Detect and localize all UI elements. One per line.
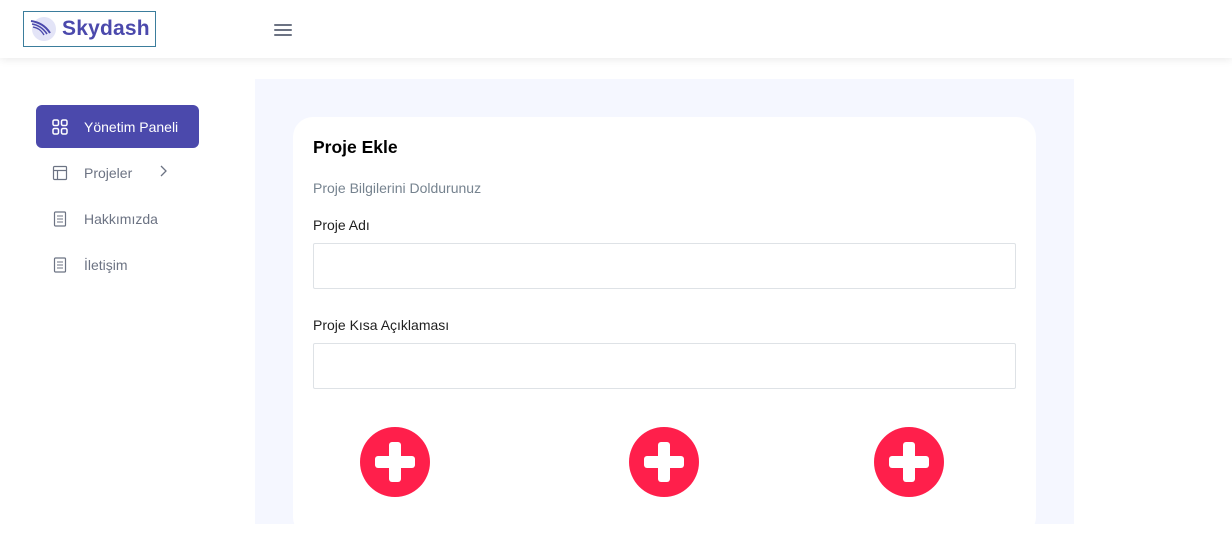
sidebar-item-label: İletişim: [84, 256, 128, 273]
chevron-right-icon: [160, 165, 167, 177]
project-form-card: Proje Ekle Proje Bilgilerini Doldurunuz …: [293, 117, 1036, 537]
project-short-description-label: Proje Kısa Açıklaması: [313, 317, 450, 333]
project-short-description-input[interactable]: [313, 343, 1016, 389]
form-description: Proje Bilgilerini Doldurunuz: [313, 180, 482, 196]
document-icon: [53, 256, 67, 273]
project-name-label: Proje Adı: [313, 217, 370, 233]
brand-name: Skydash: [62, 17, 150, 40]
sidebar-item-yonetim-paneli[interactable]: Yönetim Paneli: [36, 105, 199, 148]
hamburger-menu-icon[interactable]: [274, 24, 292, 38]
sidebar-item-hakkimizda[interactable]: Hakkımızda: [36, 197, 199, 240]
add-image-button-3[interactable]: [874, 427, 944, 497]
document-icon: [53, 210, 67, 227]
sidebar-item-label: Hakkımızda: [84, 210, 158, 227]
top-navbar: Skydash: [0, 0, 1232, 58]
sidebar-item-iletisim[interactable]: İletişim: [36, 243, 199, 286]
grid-icon: [52, 118, 68, 135]
sidebar-item-label: Projeler: [84, 164, 133, 181]
add-image-button-2[interactable]: [629, 427, 699, 497]
layout-icon: [52, 165, 68, 180]
sidebar-item-label: Yönetim Paneli: [84, 118, 179, 135]
skydash-logo-icon: [30, 17, 56, 41]
sidebar-item-projeler[interactable]: Projeler: [36, 151, 199, 194]
add-image-button-1[interactable]: [360, 427, 430, 497]
form-title: Proje Ekle: [313, 137, 398, 157]
sidebar: Yönetim Paneli Projeler Hakkımızda İleti…: [36, 105, 199, 289]
project-name-input[interactable]: [313, 243, 1016, 289]
brand-logo[interactable]: Skydash: [23, 11, 156, 47]
